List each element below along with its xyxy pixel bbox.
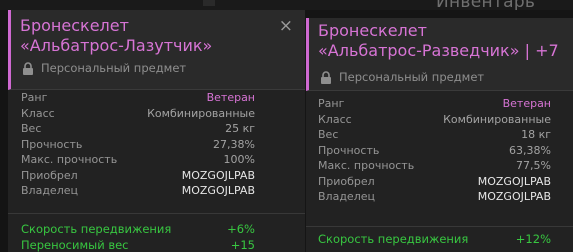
divider [306,226,573,227]
stat-value: MOZGOJLPAB [477,174,551,188]
stat-row-durability: Прочность 27,38% [21,137,255,153]
stat-row-weight: Вес 25 кг [21,121,255,137]
bonus-row-carry-weight: Переносимый вес +15 [21,238,255,252]
stat-row-durability: Прочность 63,38% [318,143,551,159]
stat-row-acquired: Приобрел MOZGOJLPAB [318,174,551,190]
stat-value: 100% [223,153,255,166]
lock-icon [321,70,331,84]
item-stats: Ранг Ветеран Класс Комбинированные Вес 2… [8,90,305,199]
stat-value: 27,38% [213,137,255,151]
stat-label: Класс [21,106,55,120]
item-header: Бронескелет «Альбатрос-Разведчик» | +7 П… [306,18,573,91]
stat-value: 25 кг [225,122,255,135]
personal-item-label: Персональный предмет [41,61,187,75]
stat-value: 63,38% [509,143,551,157]
stat-label: Владелец [318,190,375,203]
stat-label: Вес [318,128,339,141]
bonus-row-speed: Скорость передвижения +12% [318,232,551,248]
item-name: Бронескелет «Альбатрос-Лазутчик» [20,16,270,56]
stat-label: Приобрел [21,168,78,182]
personal-item-tag: Персональный предмет [22,61,186,75]
stat-row-owner: Владелец MOZGOJLPAB [318,189,551,205]
stat-label: Ранг [21,91,48,104]
item-header: Бронескелет «Альбатрос-Лазутчик» × Персо… [8,10,305,90]
stat-row-rank: Ранг Ветеран [21,90,255,106]
stat-label: Класс [318,112,352,126]
lock-icon [23,61,33,75]
window-notch [203,0,215,6]
stat-row-class: Класс Комбинированные [318,112,551,128]
bonus-label: Переносимый вес [21,237,129,252]
stat-label: Макс. прочность [318,159,415,172]
item-name-line1: Бронескелет [20,16,129,35]
stat-row-max-durability: Макс. прочность 77,5% [318,158,551,174]
stat-row-max-durability: Макс. прочность 100% [21,152,255,168]
item-tooltip-left: Бронескелет «Альбатрос-Лазутчик» × Персо… [8,10,305,252]
bonus-value: +15 [230,237,255,252]
item-name-line2: «Альбатрос-Лазутчик» [20,36,213,55]
item-stats: Ранг Ветеран Класс Комбинированные Вес 1… [306,96,573,205]
stat-value: Комбинированные [147,106,255,120]
stat-row-owner: Владелец MOZGOJLPAB [21,183,255,199]
stat-value: Ветеран [502,97,551,110]
stat-label: Владелец [21,184,78,197]
stat-label: Ранг [318,97,345,110]
stat-label: Прочность [318,143,380,157]
stat-row-acquired: Приобрел MOZGOJLPAB [21,168,255,184]
stat-label: Приобрел [318,174,375,188]
close-icon[interactable]: × [279,18,293,35]
stat-row-class: Класс Комбинированные [21,106,255,122]
bonus-value: +12% [515,232,551,246]
stat-value: 18 кг [521,128,551,141]
item-name-line1: Бронескелет [318,21,427,40]
stat-value: Ветеран [206,91,255,104]
personal-item-label: Персональный предмет [339,70,485,84]
item-tooltip-right: Бронескелет «Альбатрос-Разведчик» | +7 П… [306,18,573,252]
bonus-value: +6% [227,222,255,236]
personal-item-tag: Персональный предмет [320,70,484,84]
stat-value: 77,5% [516,159,551,172]
stat-label: Макс. прочность [21,153,118,166]
bonus-label: Скорость передвижения [21,222,172,236]
stat-row-rank: Ранг Ветеран [318,96,551,112]
divider [8,213,305,214]
item-name-line2: «Альбатрос-Разведчик» | +7 [318,41,559,60]
bonus-row-speed: Скорость передвижения +6% [21,222,255,238]
stat-value: MOZGOJLPAB [181,168,255,182]
item-bonuses: Скорость передвижения +6% Переносимый ве… [8,222,305,252]
stat-value: Комбинированные [443,112,551,126]
item-name: Бронескелет «Альбатрос-Разведчик» | +7 [318,21,568,61]
stat-value: MOZGOJLPAB [477,190,551,203]
stat-label: Вес [21,122,42,135]
item-bonuses: Скорость передвижения +12% [306,232,573,248]
stat-row-weight: Вес 18 кг [318,127,551,143]
bonus-label: Скорость передвижения [318,232,469,246]
stat-value: MOZGOJLPAB [181,184,255,197]
stat-label: Прочность [21,137,83,151]
